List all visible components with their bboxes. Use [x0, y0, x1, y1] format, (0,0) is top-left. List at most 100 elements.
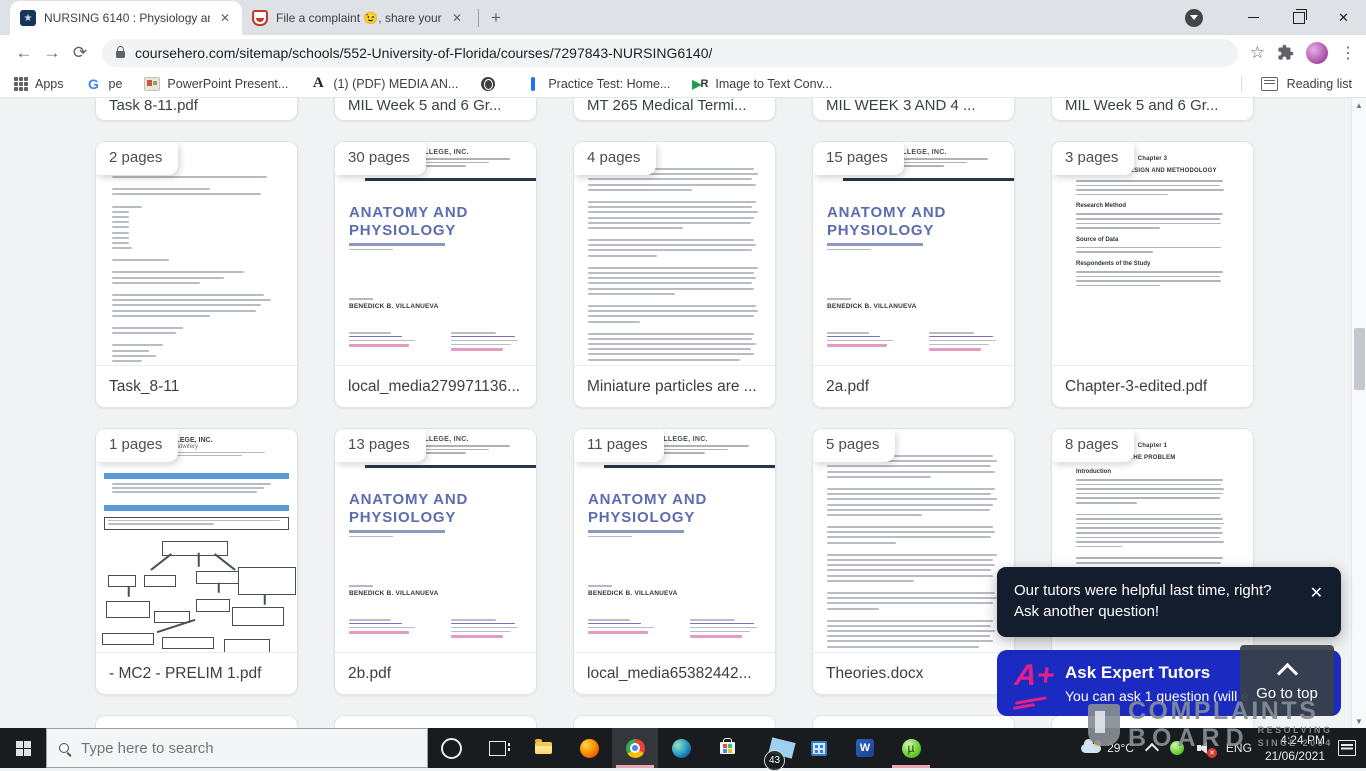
- utorrent-tray-icon[interactable]: [1169, 741, 1184, 755]
- document-card[interactable]: 13 pages LING COLLEGE, INC. ANATOMY AND PHY…: [334, 428, 537, 695]
- utorrent-button[interactable]: µ: [888, 728, 934, 768]
- scroll-down-icon[interactable]: ▼: [1355, 714, 1363, 728]
- document-thumbnail: [574, 142, 775, 365]
- task-view-button[interactable]: [474, 728, 520, 768]
- document-card[interactable]: 2 pages Task_8-11: [95, 141, 298, 408]
- action-center-icon[interactable]: [1338, 740, 1356, 756]
- bookmark-item-pe[interactable]: G pe: [86, 75, 122, 92]
- document-card-partial[interactable]: [1051, 715, 1254, 728]
- bookmark-item-image-to-text[interactable]: ▶ R Image to Text Conv...: [692, 76, 832, 92]
- minimize-button[interactable]: [1231, 0, 1276, 35]
- document-card-partial[interactable]: MIL Week 5 and 6 Gr...: [1051, 98, 1254, 121]
- go-to-top-button[interactable]: Go to top: [1240, 645, 1334, 716]
- calendar-button[interactable]: [796, 728, 842, 768]
- document-card-partial[interactable]: [95, 715, 298, 728]
- reload-button[interactable]: ⟳: [66, 39, 94, 67]
- browser-titlebar: ★ NURSING 6140 : Physiology and ✕ File a…: [0, 0, 1366, 35]
- thumb-doc-title: ANATOMY AND PHYSIOLOGY: [349, 204, 469, 239]
- flowchart-node: [162, 637, 214, 649]
- document-card-partial[interactable]: [812, 715, 1015, 728]
- back-button[interactable]: ←: [10, 39, 38, 67]
- chrome-update-icon[interactable]: [1185, 8, 1203, 27]
- store-button[interactable]: [704, 728, 750, 768]
- tab-complaintsboard[interactable]: File a complaint 😉, share your e ✕: [242, 1, 474, 35]
- tab-title: File a complaint 😉, share your e: [276, 11, 442, 25]
- utorrent-icon: µ: [901, 738, 921, 758]
- document-card[interactable]: 4 pages Miniature particles are ...: [573, 141, 776, 408]
- profile-avatar[interactable]: [1306, 41, 1328, 64]
- document-title: Theories.docx: [813, 652, 1014, 694]
- toast-text: Our tutors were helpful last time, right…: [1014, 582, 1272, 620]
- document-card-partial[interactable]: MIL Week 5 and 6 Gr...: [334, 98, 537, 121]
- thumb-author: BENEDICK B. VILLANUEVA: [827, 298, 917, 310]
- banner-subtitle: You can ask 1 question (will e: [1065, 687, 1249, 704]
- flowchart-node: [102, 633, 154, 645]
- close-window-button[interactable]: ✕: [1321, 0, 1366, 35]
- apps-shortcut[interactable]: Apps: [14, 76, 64, 91]
- flowchart-node: [108, 575, 136, 587]
- document-a-icon: A: [312, 75, 324, 91]
- forward-button[interactable]: →: [38, 39, 66, 67]
- firefox-button[interactable]: [566, 728, 612, 768]
- scrollbar-thumb[interactable]: [1354, 328, 1365, 390]
- extensions-puzzle-icon[interactable]: [1277, 44, 1294, 61]
- edge-button[interactable]: [658, 728, 704, 768]
- windows-taskbar: 43 W µ 29°C ✕ ENG 4:24 PM 21/06/2021: [0, 728, 1366, 771]
- thumb-doc-title: ANATOMY AND PHYSIOLOGY: [588, 491, 708, 526]
- bookmark-item-globe[interactable]: [480, 76, 503, 92]
- close-icon[interactable]: ✕: [218, 9, 232, 27]
- document-card-partial[interactable]: MT 265 Medical Termi...: [573, 98, 776, 121]
- word-button[interactable]: W: [842, 728, 888, 768]
- browser-toolbar: ← → ⟳ coursehero.com/sitemap/schools/552…: [0, 35, 1366, 70]
- tray-overflow-icon[interactable]: [1144, 742, 1159, 757]
- document-card-partial[interactable]: [573, 715, 776, 728]
- clock[interactable]: 4:24 PM 21/06/2021: [1265, 732, 1325, 764]
- coursehero-favicon: ★: [20, 10, 36, 26]
- windows-logo-icon: [15, 740, 31, 756]
- bookmark-star-icon[interactable]: ☆: [1250, 43, 1265, 63]
- url-text[interactable]: coursehero.com/sitemap/schools/552-Unive…: [135, 45, 712, 61]
- bookmark-item-media[interactable]: A (1) (PDF) MEDIA AN...: [310, 75, 458, 92]
- aplus-logo-icon: A+: [1012, 657, 1065, 710]
- maximize-button[interactable]: [1276, 0, 1321, 35]
- document-card-partial[interactable]: Task 8-11.pdf: [95, 98, 298, 121]
- store-icon: [719, 738, 735, 754]
- mail-button[interactable]: 43: [750, 728, 796, 771]
- close-icon[interactable]: ✕: [450, 9, 464, 27]
- file-explorer-button[interactable]: [520, 728, 566, 768]
- close-icon[interactable]: ✕: [1306, 581, 1327, 637]
- document-card-partial[interactable]: MIL WEEK 3 AND 4 ...: [812, 98, 1015, 121]
- scroll-up-icon[interactable]: ▲: [1355, 98, 1363, 112]
- chrome-button[interactable]: [612, 728, 658, 768]
- bookmark-item-practice-test[interactable]: Practice Test: Home...: [525, 76, 670, 92]
- google-icon: G: [88, 75, 99, 92]
- page-count-badge: 13 pages: [335, 429, 426, 462]
- document-card[interactable]: 5 pages Theories.docx: [812, 428, 1015, 695]
- language-indicator[interactable]: ENG: [1226, 741, 1252, 755]
- document-card[interactable]: 3 pages Chapter 3 RESEARCH DESIGN AND METH…: [1051, 141, 1254, 408]
- time: 4:24 PM: [1280, 732, 1325, 747]
- firefox-icon: [579, 738, 599, 758]
- reading-list-button[interactable]: Reading list: [1287, 77, 1352, 91]
- document-card-partial[interactable]: [334, 715, 537, 728]
- tab-coursehero[interactable]: ★ NURSING 6140 : Physiology and ✕: [10, 1, 242, 35]
- bookmark-item-powerpoint[interactable]: PowerPoint Present...: [144, 76, 288, 92]
- volume-muted-icon[interactable]: ✕: [1196, 741, 1217, 758]
- new-tab-button[interactable]: +: [483, 5, 509, 31]
- page-count-badge: 11 pages: [574, 429, 664, 462]
- document-row-next: [0, 715, 1254, 728]
- document-card[interactable]: 30 pages LING COLLEGE, INC. ANATOMY AND PHY…: [334, 141, 537, 408]
- weather-widget[interactable]: 29°C: [1081, 738, 1134, 755]
- search-input[interactable]: [79, 738, 415, 758]
- browser-menu-icon[interactable]: ⋮: [1340, 43, 1356, 63]
- document-card[interactable]: 15 pages LING COLLEGE, INC. ANATOMY AND PHY…: [812, 141, 1015, 408]
- address-bar[interactable]: coursehero.com/sitemap/schools/552-Unive…: [102, 38, 1238, 67]
- document-card[interactable]: 1 pagesHULING COLLEGE, INC.of Nursing an…: [95, 428, 298, 695]
- start-button[interactable]: [0, 728, 46, 768]
- page-count-badge: 30 pages: [335, 142, 426, 175]
- page-scrollbar[interactable]: ▲ ▼: [1351, 98, 1366, 728]
- document-title: 2b.pdf: [335, 652, 536, 694]
- document-card[interactable]: 11 pages LING COLLEGE, INC. ANATOMY AND PHY…: [573, 428, 776, 695]
- taskbar-search[interactable]: [46, 728, 428, 768]
- cortana-button[interactable]: [428, 728, 474, 768]
